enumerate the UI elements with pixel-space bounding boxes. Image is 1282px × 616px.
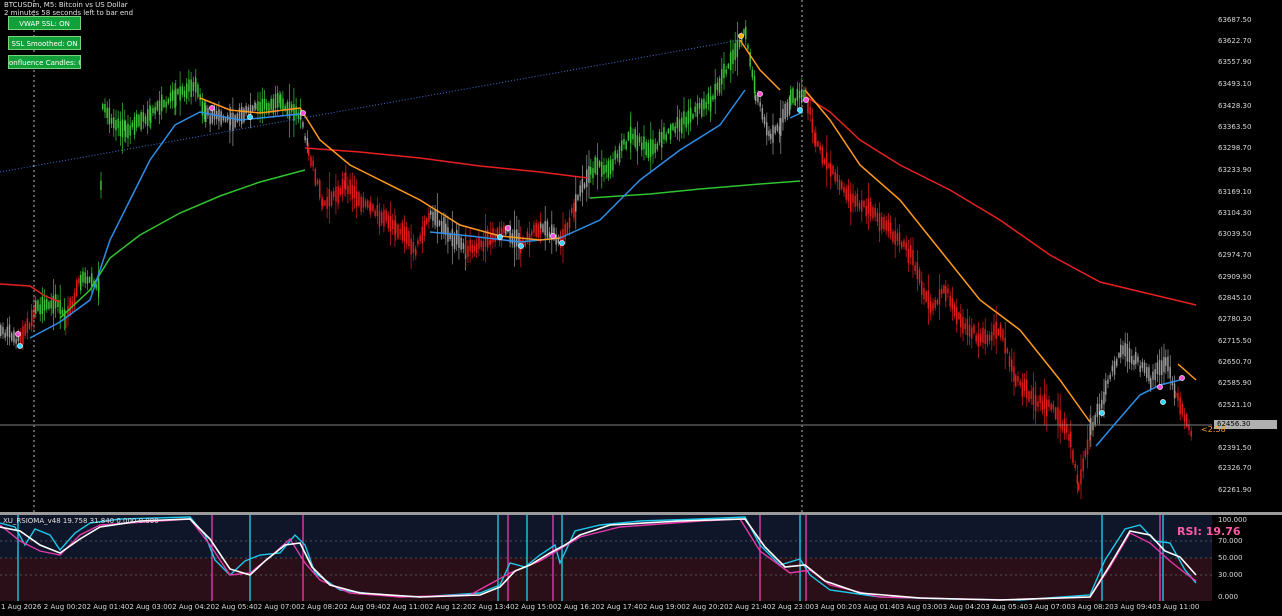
- rsi-axis-label: 30.000: [1218, 571, 1243, 579]
- rsi-axis-label: 50.000: [1218, 554, 1243, 562]
- time-axis-label: 3 Aug 05:40: [985, 603, 1029, 611]
- signal-marker: [497, 234, 503, 240]
- time-axis-label: 2 Aug 08:20: [300, 603, 344, 611]
- rsi-axis-label: 100.000: [1218, 516, 1247, 524]
- time-axis-label: 2 Aug 04:20: [172, 603, 215, 611]
- indicator-title: XU_RSIOMA_v48 19.758 31.840 0.000 0.000: [3, 517, 159, 525]
- time-axis-label: 2 Aug 01:40: [86, 603, 130, 611]
- signal-marker: [247, 114, 253, 120]
- symbol-title: BTCUSDm, M5: Bitcoin vs US Dollar: [4, 1, 128, 9]
- time-axis-label: 2 Aug 03:00: [129, 603, 173, 611]
- ssl-blue-line: [1095, 379, 1181, 447]
- time-axis-label: 2 Aug 00:20: [43, 603, 87, 611]
- time-axis-label: 3 Aug 01:40: [857, 603, 900, 611]
- time-axis-label: 2 Aug 07:00: [257, 603, 301, 611]
- time-axis-label: 2 Aug 16:20: [557, 603, 601, 611]
- time-axis-label: 2 Aug 19:00: [643, 603, 686, 611]
- time-axis[interactable]: 1 Aug 2026 2 Aug 00:20 2 Aug 01:40 2 Aug 03…: [0, 601, 1212, 616]
- rsioma-panel[interactable]: [0, 515, 1212, 601]
- time-axis-label: 1 Aug 2026: [1, 603, 42, 611]
- ssl-orange-line: [804, 89, 1091, 423]
- time-axis-label: 3 Aug 07:00: [1028, 603, 1071, 611]
- time-axis-label: 2 Aug 13:40: [471, 603, 515, 611]
- time-axis-label: 3 Aug 03:00: [899, 603, 943, 611]
- signal-marker: [15, 331, 21, 337]
- time-axis-label: 3 Aug 08:20: [1071, 603, 1114, 611]
- time-axis-label: 2 Aug 21:40: [728, 603, 772, 611]
- vwap-green-line: [59, 169, 306, 319]
- time-axis-label: 2 Aug 15:00: [514, 603, 558, 611]
- time-axis-label: 2 Aug 23:00: [771, 603, 815, 611]
- rsi-value-label: RSI: 19.76: [1177, 525, 1241, 538]
- signal-marker: [518, 243, 524, 249]
- ssl-blue-line: [789, 111, 804, 119]
- time-axis-label: 3 Aug 00:20: [814, 603, 857, 611]
- signal-marker: [1160, 399, 1166, 405]
- time-axis-label: 2 Aug 05:40: [215, 603, 258, 611]
- ssl-smoothed-button[interactable]: SSL Smoothed: ON: [8, 36, 81, 50]
- time-axis-label: 3 Aug 04:20: [942, 603, 986, 611]
- signal-marker: [797, 107, 803, 113]
- signal-marker: [209, 105, 215, 111]
- signal-marker: [1099, 410, 1105, 416]
- vwap-ssl-button[interactable]: VWAP SSL: ON: [8, 16, 81, 30]
- signal-marker: [1179, 375, 1185, 381]
- time-axis-label: 2 Aug 11:00: [386, 603, 429, 611]
- symbol-info: BTCUSDm, M5: Bitcoin vs US Dollar 2 minu…: [4, 1, 133, 17]
- bar-countdown: <2:58: [1201, 425, 1226, 434]
- trend-line[interactable]: [0, 39, 741, 173]
- signal-marker: [17, 343, 23, 349]
- vwap-green-line: [589, 180, 801, 199]
- main-chart[interactable]: [0, 0, 1212, 512]
- signal-marker: [738, 33, 744, 39]
- ssl-orange-line: [739, 39, 781, 91]
- signal-marker: [505, 225, 511, 231]
- time-axis-label: 3 Aug 09:40: [1113, 603, 1157, 611]
- time-axis-label: 3 Aug 11:00: [1156, 603, 1200, 611]
- price-candles: [0, 20, 1192, 500]
- signal-marker: [559, 240, 565, 246]
- rsi-axis-label: 0.000: [1218, 593, 1239, 601]
- signal-marker: [757, 91, 763, 97]
- confluence-candles-button[interactable]: onfluence Candles: O: [8, 55, 81, 69]
- time-axis-label: 2 Aug 09:40: [343, 603, 387, 611]
- rsi-axis-label: 70.000: [1218, 537, 1243, 545]
- time-axis-label: 2 Aug 17:40: [600, 603, 643, 611]
- signal-marker: [550, 233, 556, 239]
- time-axis-label: 2 Aug 12:20: [429, 603, 472, 611]
- signal-marker: [803, 97, 809, 103]
- time-axis-label: 2 Aug 20:20: [685, 603, 729, 611]
- signal-marker: [300, 110, 306, 116]
- signal-marker: [1157, 384, 1163, 390]
